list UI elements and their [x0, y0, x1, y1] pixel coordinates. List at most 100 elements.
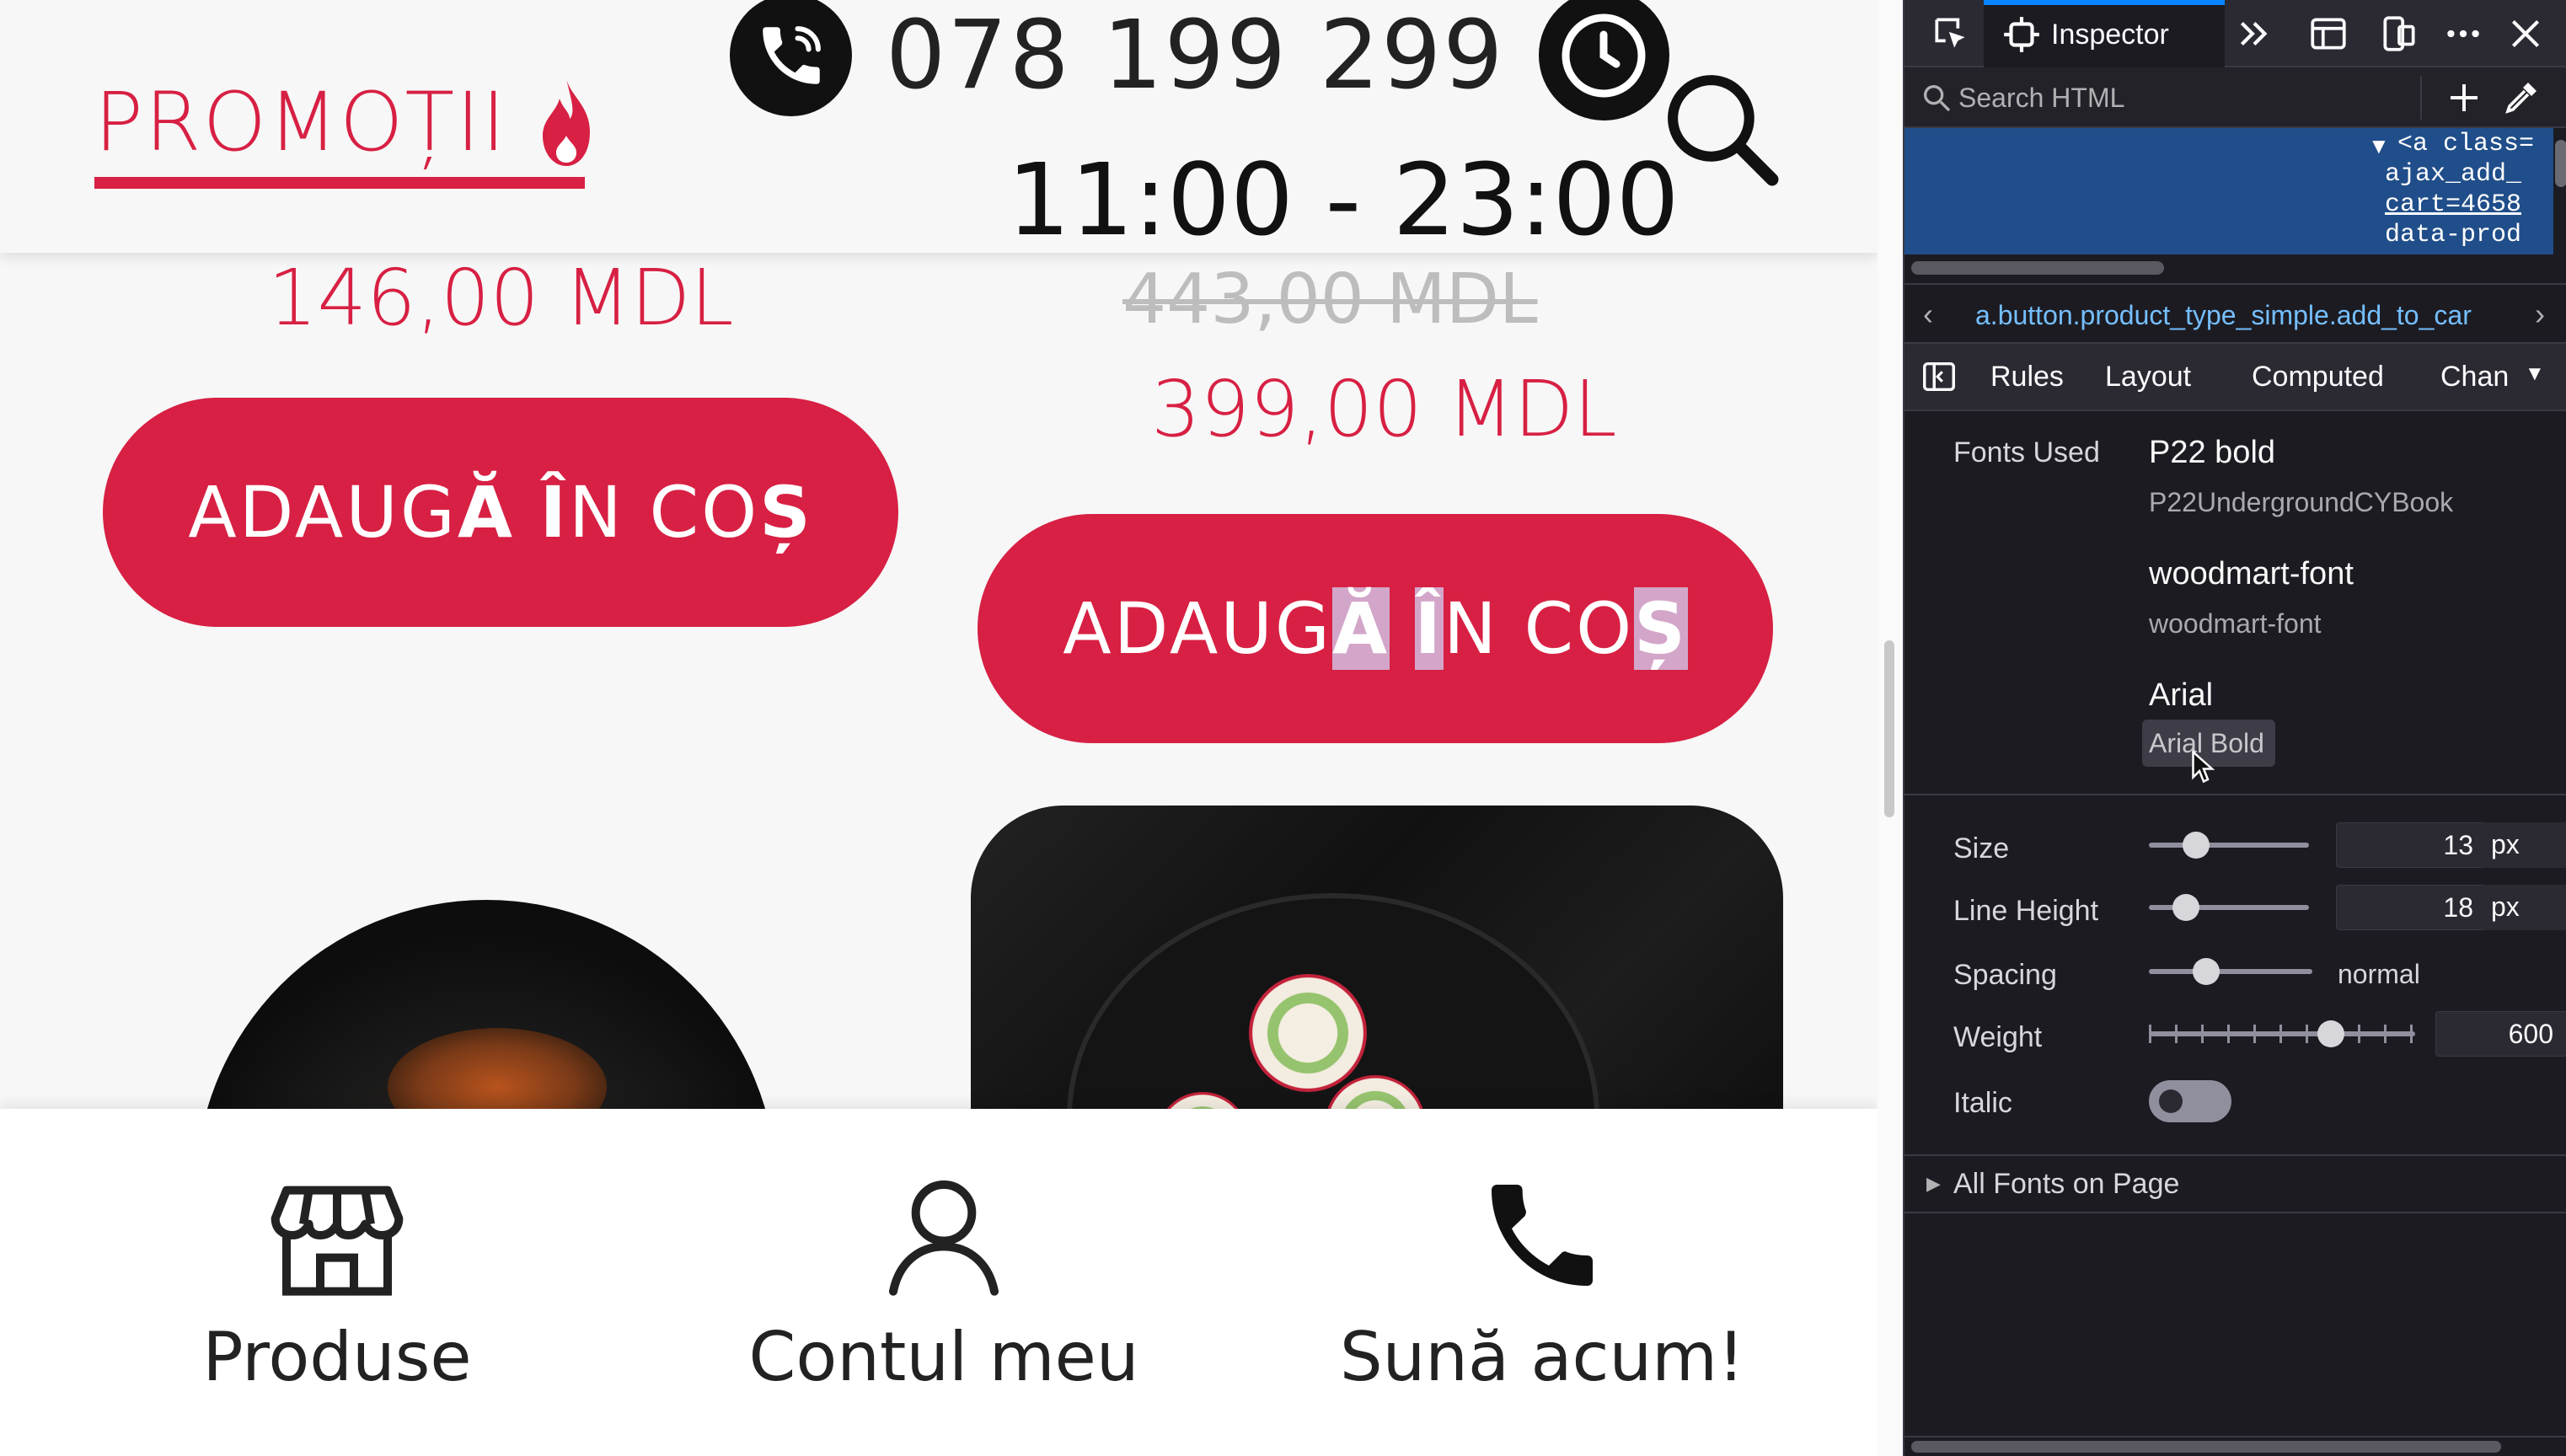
line-height-slider[interactable] — [2172, 894, 2199, 921]
devtools-hscrollbar[interactable] — [1904, 1436, 2566, 1456]
eyedropper-icon[interactable] — [2501, 78, 2542, 118]
bottom-nav: Produse store-icon Contul meu user-icon … — [0, 1109, 1878, 1456]
tab-rules[interactable]: Rules — [1990, 361, 2064, 393]
markup-hscrollbar[interactable] — [1911, 261, 2164, 275]
chevrons-right-icon[interactable] — [2233, 13, 2275, 55]
phone-call-icon[interactable] — [730, 0, 852, 116]
product-image-sushi[interactable] — [971, 806, 1783, 1159]
line-height-input[interactable]: 18 — [2336, 885, 2488, 930]
weight-slider[interactable] — [2317, 1020, 2344, 1047]
devtools-panel: Inspector Search HTML ▼ <a class= ajax_a… — [1903, 0, 2566, 1456]
nav-label: Sună acum! — [1339, 1318, 1745, 1396]
font-name: P22 bold — [2149, 435, 2276, 470]
user-icon — [889, 1180, 999, 1296]
markup-line: ajax_add_ — [2385, 160, 2522, 189]
expand-triangle-icon[interactable]: ▶ — [1926, 1173, 1941, 1195]
promo-underline — [94, 177, 585, 189]
tab-inspector-label: Inspector — [2051, 19, 2169, 51]
product-old-price: 443,00 MDL — [1122, 260, 1538, 340]
button-text: ADAUG — [1063, 587, 1332, 670]
toolbar-divider — [2420, 76, 2422, 120]
website-viewport: PROMOȚII 078 199 299 11:00 - 23:00 146,0… — [0, 0, 1878, 1456]
element-picker-icon[interactable] — [1930, 13, 1972, 55]
divider — [1904, 794, 2566, 795]
site-header: PROMOȚII 078 199 299 11:00 - 23:00 — [0, 0, 1878, 258]
promo-label: PROMOȚII — [94, 75, 507, 169]
weight-input[interactable]: 600 — [2435, 1011, 2566, 1057]
page-scrollbar-thumb[interactable] — [1884, 640, 1894, 817]
phone-icon — [1492, 1185, 1593, 1286]
tab-changes[interactable]: Chan — [2440, 361, 2509, 393]
size-slider-track[interactable] — [2149, 843, 2309, 848]
chevron-down-icon[interactable]: ▼ — [2525, 362, 2545, 386]
button-text-highlight: Ă — [1331, 587, 1390, 670]
line-height-label: Line Height — [1953, 895, 2099, 927]
size-input[interactable]: 13 — [2336, 822, 2488, 868]
spacing-slider[interactable] — [2193, 958, 2220, 985]
promo-link[interactable]: PROMOȚII — [94, 59, 600, 185]
spacing-label: Spacing — [1953, 959, 2057, 991]
nav-item-call[interactable]: Sună acum! phone-icon — [1331, 1109, 1753, 1456]
font-name: woodmart-font — [2149, 556, 2354, 592]
add-node-icon[interactable] — [2444, 78, 2484, 118]
search-icon — [1924, 85, 1951, 112]
markup-view: ▼ <a class= ajax_add_ cart=4658 data-pro… — [1904, 128, 2566, 254]
italic-toggle[interactable] — [2149, 1080, 2231, 1122]
close-icon[interactable] — [2504, 13, 2547, 55]
markup-scrollbar[interactable] — [2555, 140, 2566, 187]
line-height-unit-select[interactable]: px — [2483, 885, 2566, 930]
button-text-highlight: Ș — [1634, 587, 1688, 670]
size-unit-select[interactable]: px — [2483, 822, 2566, 868]
layout-icon[interactable] — [2307, 13, 2349, 55]
button-text-highlight: Î — [1414, 587, 1444, 670]
chevron-right-icon[interactable]: › — [2535, 297, 2545, 332]
italic-label: Italic — [1953, 1087, 2012, 1119]
add-to-cart-button[interactable]: ADAUG Ă ÎN CO Ș — [103, 398, 898, 627]
html-search-bar: Search HTML — [1904, 67, 2566, 128]
contact-row: 078 199 299 — [730, 0, 1669, 120]
nav-label: Produse — [202, 1318, 472, 1396]
font-source: P22UndergroundCYBook — [2149, 487, 2454, 517]
fonts-panel: Fonts Used P22 bold P22UndergroundCYBook… — [1904, 411, 2566, 1456]
size-label: Size — [1953, 832, 2010, 864]
button-text: Î — [539, 471, 569, 554]
phone-number[interactable]: 078 199 299 — [886, 1, 1505, 110]
weight-label: Weight — [1953, 1021, 2043, 1053]
all-fonts-toggle[interactable]: All Fonts on Page — [1953, 1168, 2179, 1201]
mouse-cursor-icon — [2192, 750, 2215, 784]
divider — [1904, 1212, 2566, 1213]
button-text: Ș — [759, 471, 813, 554]
toggle-sidebar-icon[interactable] — [1920, 357, 1958, 396]
chevron-left-icon[interactable]: ‹ — [1923, 297, 1933, 332]
product-price: 399,00 MDL — [1151, 364, 1617, 454]
sushi-roll — [1249, 974, 1367, 1092]
sidebar-tabs: Rules Layout Computed Chan ▼ — [1904, 344, 2566, 411]
clock-icon — [1538, 0, 1669, 120]
markup-line: <a class= — [2397, 130, 2535, 158]
expand-triangle-icon[interactable]: ▼ — [2368, 133, 2390, 159]
button-text: N CO — [568, 471, 760, 554]
breadcrumb-item[interactable]: a.button.product_type_simple.add_to_car — [1975, 300, 2523, 331]
size-slider[interactable] — [2183, 832, 2210, 859]
nav-item-products[interactable]: Produse store-icon — [169, 1109, 506, 1456]
devtools-hscrollbar-thumb[interactable] — [1911, 1441, 2501, 1453]
search-icon[interactable] — [1660, 67, 1782, 190]
store-icon — [271, 1186, 404, 1296]
spacing-slider-track[interactable] — [2149, 969, 2312, 974]
font-name: Arial — [2149, 677, 2214, 713]
tab-inspector[interactable]: Inspector — [1984, 0, 2225, 67]
responsive-mode-icon[interactable] — [2378, 13, 2420, 55]
search-html-input[interactable]: Search HTML — [1958, 83, 2124, 114]
tab-computed[interactable]: Computed — [2252, 361, 2384, 393]
product-price: 146,00 MDL — [268, 253, 734, 343]
divider — [1904, 1154, 2566, 1156]
button-text — [515, 471, 540, 554]
nav-item-account[interactable]: Contul meu user-icon — [733, 1109, 1154, 1456]
add-to-cart-button-selected[interactable]: ADAUG Ă ÎN CO Ș — [978, 514, 1773, 743]
tab-layout[interactable]: Layout — [2105, 361, 2191, 393]
markup-line: cart=4658 — [2385, 190, 2522, 219]
devtools-toolbar: Inspector — [1904, 0, 2566, 67]
more-options-icon[interactable] — [2442, 13, 2484, 55]
weight-slider-ticks — [2149, 1025, 2415, 1043]
inspector-icon — [2004, 17, 2039, 52]
